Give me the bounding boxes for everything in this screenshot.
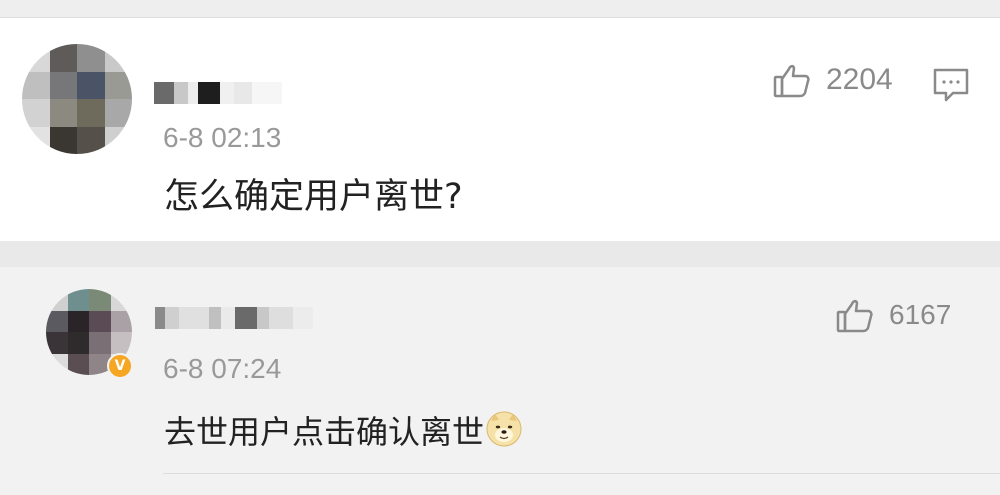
comment-text-content: 去世用户点击确认离世 [164, 413, 485, 451]
comment-timestamp: 6-8 02:13 [163, 122, 282, 153]
thumbs-up-icon [773, 64, 810, 98]
username[interactable] [154, 82, 282, 104]
divider [163, 473, 1000, 474]
section-gap [0, 241, 1000, 267]
username[interactable] [155, 307, 313, 329]
comment-text: 去世用户点击确认离世 [164, 407, 522, 453]
like-count: 6167 [889, 299, 952, 330]
comment-timestamp: 6-8 07:24 [163, 353, 282, 384]
comment-icon[interactable] [932, 66, 970, 104]
like-button[interactable]: 6167 [835, 295, 951, 335]
verified-badge-icon: V [107, 353, 133, 379]
avatar[interactable] [22, 44, 132, 154]
comments-page: 6-8 02:13 怎么确定用户离世? 2204 V 6-8 07:24 去世用… [0, 0, 1000, 495]
comment-text: 怎么确定用户离世? [164, 177, 463, 217]
comment-card: V 6-8 07:24 去世用户点击确认离世 6167 [0, 267, 1000, 495]
like-button[interactable]: 2204 [772, 60, 893, 100]
like-count: 2204 [826, 63, 893, 96]
doge-emoji-icon [486, 411, 522, 447]
top-divider [0, 0, 1000, 18]
comment-card: 6-8 02:13 怎么确定用户离世? 2204 [0, 18, 1000, 241]
thumbs-up-icon [836, 299, 873, 333]
